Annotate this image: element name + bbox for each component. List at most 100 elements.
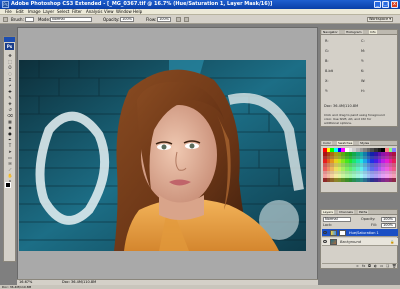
tab-paths[interactable]: Paths: [358, 210, 369, 214]
info-readout-label: H:: [361, 89, 365, 93]
layers-panel-tabs: Layers Channels Paths: [321, 210, 397, 215]
toolbox-header[interactable]: [4, 37, 15, 42]
opacity-label: Opacity:: [103, 17, 120, 22]
shape-tool-icon[interactable]: ▭: [7, 155, 13, 160]
info-readout-label: K:: [361, 69, 365, 73]
swatches-panel-tabs: Color Swatches Styles: [321, 141, 397, 146]
tab-navigator[interactable]: Navigator: [322, 30, 339, 34]
brush-label: Brush:: [11, 17, 24, 22]
window-title: Adobe Photoshop CS3 Extended - [_MG_0367…: [11, 1, 273, 7]
info-panel: Navigator Histogram Info R: C: G: M: B: Y: 8-b…: [320, 29, 398, 127]
maximize-button[interactable]: □: [382, 1, 389, 8]
slice-tool-icon[interactable]: ⌿: [7, 83, 13, 88]
layers-opacity-field[interactable]: 100%: [381, 217, 396, 222]
info-readout-label: Y:: [361, 59, 364, 63]
marquee-tool-icon[interactable]: ⬚: [7, 59, 13, 64]
info-readout-label: 8-bit: [325, 69, 334, 73]
info-doc-size: Doc: 36.4M/110.8M: [324, 104, 359, 108]
trash-icon[interactable]: 🗑: [392, 264, 396, 268]
dodge-tool-icon[interactable]: ●: [7, 131, 13, 136]
tab-styles[interactable]: Styles: [359, 141, 371, 145]
background-layer-thumb: [330, 239, 337, 245]
info-readout-label: Y:: [325, 89, 328, 93]
lasso-tool-icon[interactable]: ʘ: [7, 65, 13, 70]
layers-footer: ∞ fx ◘ ◐ ▭ ❏ 🗑: [322, 263, 398, 269]
folder-icon[interactable]: ▭: [380, 264, 383, 268]
info-panel-tabs: Navigator Histogram Info: [321, 30, 397, 35]
workspace-button[interactable]: Workspace ▾: [367, 17, 393, 22]
fill-label: Fill:: [371, 223, 377, 227]
fill-field[interactable]: 100%: [381, 223, 396, 228]
eraser-tool-icon[interactable]: ⌫: [7, 113, 13, 118]
mode-select[interactable]: Normal: [50, 17, 92, 22]
mask-icon[interactable]: ◘: [368, 264, 371, 268]
pen-tool-icon[interactable]: ✒: [7, 137, 13, 142]
info-hint-line-3: additional options.: [324, 121, 352, 125]
close-button[interactable]: x: [391, 1, 398, 8]
swatch-grid[interactable]: [323, 148, 396, 182]
tab-color[interactable]: Color: [322, 141, 332, 145]
opacity-field[interactable]: 100%: [120, 17, 134, 22]
tablet-pressure-icon[interactable]: [184, 17, 189, 22]
layer-row-background[interactable]: Background 🔒: [322, 238, 398, 246]
blur-tool-icon[interactable]: ◆: [7, 125, 13, 130]
hand-tool-icon[interactable]: ✋: [7, 173, 13, 178]
info-readout-label: M:: [361, 49, 366, 53]
path-select-tool-icon[interactable]: ➤: [7, 149, 13, 154]
healing-tool-icon[interactable]: ✚: [7, 89, 13, 94]
crop-tool-icon[interactable]: ⌗: [7, 77, 13, 82]
brush-tool-icon[interactable]: ✎: [7, 95, 13, 100]
minimize-button[interactable]: _: [374, 1, 381, 8]
flow-field[interactable]: 100%: [157, 17, 171, 22]
color-swatch[interactable]: [392, 178, 396, 182]
quick-select-tool-icon[interactable]: ◌: [7, 71, 13, 76]
info-readout-label: W:: [361, 79, 366, 83]
swatches-panel: Color Swatches Styles: [320, 140, 398, 193]
brush-picker[interactable]: [25, 17, 34, 22]
visibility-eye-icon[interactable]: [323, 240, 327, 243]
notes-tool-icon[interactable]: ✉: [7, 161, 13, 166]
foreground-color-swatch[interactable]: [5, 182, 11, 188]
photoshop-badge[interactable]: Ps: [5, 43, 14, 50]
blend-mode-select[interactable]: Normal: [323, 217, 351, 222]
tab-layers[interactable]: Layers: [322, 210, 334, 214]
tab-info[interactable]: Info: [369, 30, 377, 34]
tab-histogram[interactable]: Histogram: [345, 30, 363, 34]
layer-mask-thumb[interactable]: [339, 230, 346, 236]
info-readout-label: B:: [325, 59, 329, 63]
layer-name[interactable]: Background: [340, 240, 361, 244]
flow-label: Flow:: [146, 17, 157, 22]
document-canvas[interactable]: [19, 60, 306, 251]
lock-label: Lock:: [323, 223, 333, 227]
options-bar: Brush: Mode: Normal Opacity: 100% Flow: …: [0, 15, 400, 24]
move-tool-icon[interactable]: ✥: [7, 53, 13, 58]
tab-swatches[interactable]: Swatches: [337, 141, 354, 145]
photoshop-logo-icon: Ps: [2, 1, 9, 8]
info-readout-label: R:: [325, 39, 329, 43]
info-readout-label: C:: [361, 39, 365, 43]
history-brush-tool-icon[interactable]: ↺: [7, 107, 13, 112]
layer-name[interactable]: Hue/Saturation 1: [349, 231, 379, 235]
link-icon[interactable]: ∞: [356, 264, 359, 268]
eyedropper-tool-icon[interactable]: ⟋: [7, 167, 13, 172]
airbrush-icon[interactable]: [176, 17, 181, 22]
new-layer-icon[interactable]: ❏: [386, 264, 389, 268]
layer-row-hue-saturation[interactable]: Hue/Saturation 1: [322, 229, 398, 237]
layers-opacity-label: Opacity:: [361, 217, 376, 221]
gradient-tool-icon[interactable]: ▦: [7, 119, 13, 124]
tab-channels[interactable]: Channels: [338, 210, 354, 214]
status-text: Doc: 36.4M/110.8M: [2, 285, 32, 289]
visibility-eye-icon[interactable]: [323, 231, 327, 234]
clone-stamp-tool-icon[interactable]: ⎈: [7, 101, 13, 106]
tool-preset-icon[interactable]: [3, 17, 8, 22]
status-bar: Doc: 36.4M/110.8M: [0, 285, 400, 289]
info-readout-label: G:: [325, 49, 329, 53]
title-bar: Ps Adobe Photoshop CS3 Extended - [_MG_0…: [0, 0, 400, 9]
adjustment-icon[interactable]: ◐: [374, 264, 377, 268]
lock-icon: 🔒: [390, 240, 395, 244]
layers-panel: Layers Channels Paths Normal Opacity: 10…: [320, 209, 398, 269]
toolbox: Ps ✥⬚ʘ◌⌗⌿✚✎⎈↺⌫▦◆●✒T➤▭✉⟋✋⚲: [3, 36, 16, 262]
mode-label: Mode:: [38, 17, 51, 22]
fx-icon[interactable]: fx: [362, 264, 365, 268]
type-tool-icon[interactable]: T: [7, 143, 13, 148]
